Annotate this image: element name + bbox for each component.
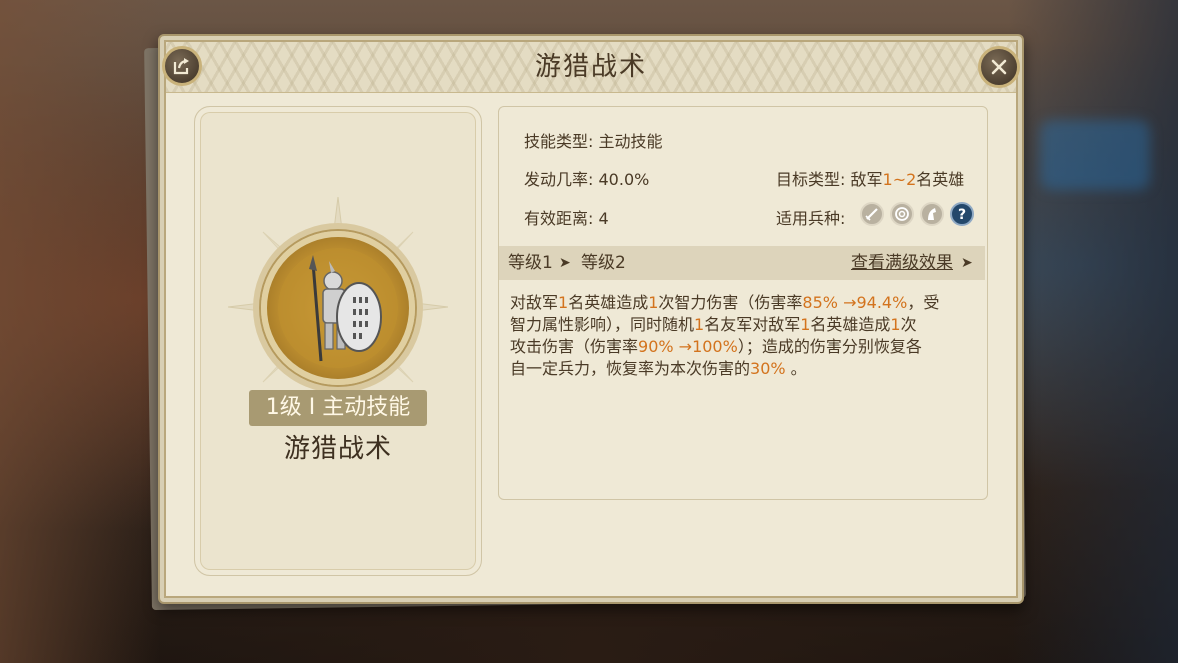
spearman-shield-icon — [278, 248, 398, 368]
description-line-1: 对敌军1名英雄造成1次智力伤害（伤害率85% →94.4%，受 — [510, 292, 980, 314]
background-blue-glow — [1040, 120, 1150, 190]
description-line-2: 智力属性影响），同时随机1名友军对敌军1名英雄造成1次 — [510, 314, 980, 336]
desc-highlight: 1 — [890, 315, 901, 334]
skill-medal — [261, 231, 415, 385]
desc-text: 。 — [785, 359, 807, 378]
skill-name: 游猎战术 — [283, 434, 392, 464]
desc-highlight: 1 — [648, 293, 659, 312]
close-icon — [991, 59, 1007, 75]
desc-text: 智力属性影响），同时随机 — [510, 315, 695, 334]
close-button[interactable] — [978, 46, 1020, 88]
description-line-3: 攻击伤害（伤害率90% →100%）；造成的伤害分别恢复各 — [510, 336, 980, 358]
target-type-row: 目标类型: 敌军1~2名英雄 — [776, 166, 964, 190]
desc-text: ）；造成的伤害分别恢复各 — [737, 337, 922, 356]
panel-title: 游猎战术 — [534, 52, 647, 82]
share-icon — [173, 58, 189, 75]
target-type-prefix: 敌军 — [850, 170, 883, 189]
skill-level-badge: 1级 I 主动技能 — [249, 390, 427, 426]
target-type-range: 1~2 — [882, 170, 917, 189]
desc-highlight: 1 — [800, 315, 811, 334]
desc-text: ，受 — [907, 293, 940, 312]
desc-text: 名英雄造成 — [810, 315, 891, 334]
desc-text: 名友军对敌军 — [704, 315, 801, 334]
skill-description: 对敌军1名英雄造成1次智力伤害（伤害率85% →94.4%，受 智力属性影响），… — [510, 292, 980, 380]
description-line-4: 自一定兵力，恢复率为本次伤害的30% 。 — [510, 358, 980, 380]
desc-highlight: 85% →94.4% — [802, 293, 908, 312]
target-type-label: 目标类型: — [776, 170, 846, 189]
desc-text: 次 — [900, 315, 917, 334]
background-right-blur — [1008, 0, 1178, 663]
bow-icon[interactable] — [890, 202, 914, 226]
question-icon[interactable]: ? — [950, 202, 974, 226]
view-max-arrow-icon[interactable]: ➤ — [961, 246, 973, 280]
level-arrow-icon: ➤ — [559, 255, 571, 271]
desc-text: 次智力伤害（伤害率 — [658, 293, 803, 312]
range-label: 有效距离: — [524, 209, 594, 228]
current-level: 等级1 — [508, 253, 553, 273]
skill-type-row: 技能类型: 主动技能 — [524, 128, 663, 152]
skill-detail-panel: 游猎战术 1级 I 主动技能 游猎战术 技能类型: 主动技能 发动几率: 40.… — [158, 34, 1024, 604]
trigger-rate-row: 发动几率: 40.0% — [524, 166, 649, 190]
view-max-level-link[interactable]: 查看满级效果 — [851, 246, 953, 280]
level-bar: 等级1 ➤ 等级2 查看满级效果 ➤ — [499, 246, 985, 280]
trigger-rate-value: 40.0% — [598, 170, 650, 189]
skill-type-label: 技能类型: — [524, 132, 594, 151]
desc-highlight: 1 — [558, 293, 569, 312]
skill-type-value: 主动技能 — [598, 132, 663, 151]
trigger-rate-label: 发动几率: — [524, 170, 594, 189]
unit-types-label: 适用兵种: — [776, 209, 846, 228]
skill-portrait-card: 1级 I 主动技能 游猎战术 — [194, 106, 482, 576]
background-left-blur — [0, 0, 160, 663]
target-type-suffix: 名英雄 — [916, 170, 965, 189]
range-row: 有效距离: 4 — [524, 205, 609, 229]
horse-icon[interactable] — [920, 202, 944, 226]
desc-text: 名英雄造成 — [568, 293, 649, 312]
desc-text: 自一定兵力，恢复率为本次伤害的 — [510, 359, 751, 378]
desc-text: 对敌军 — [510, 293, 559, 312]
share-button[interactable] — [162, 46, 202, 86]
desc-text: 攻击伤害（伤害率 — [510, 337, 639, 356]
desc-highlight: 1 — [694, 315, 705, 334]
title-bar: 游猎战术 — [166, 42, 1016, 93]
desc-highlight: 30% — [750, 359, 786, 378]
desc-highlight: 90% →100% — [638, 337, 738, 356]
svg-text:?: ? — [958, 207, 966, 223]
range-value: 4 — [598, 209, 609, 228]
next-level: 等级2 — [581, 253, 626, 273]
sword-icon[interactable] — [860, 202, 884, 226]
